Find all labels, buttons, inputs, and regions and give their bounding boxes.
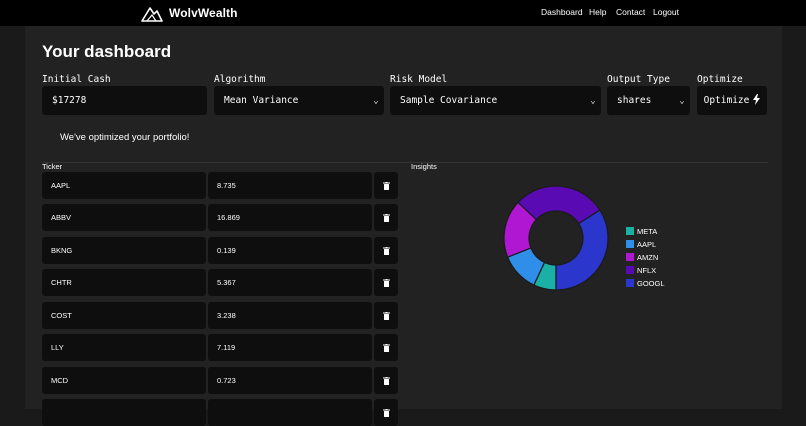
allocation-value: 3.238 (217, 311, 236, 320)
trash-icon (382, 209, 390, 227)
delete-row-button[interactable] (374, 399, 398, 426)
risk-model-value: Sample Covariance (400, 95, 498, 106)
ticker-input[interactable]: ABBV (42, 204, 206, 231)
ticker-symbol: BKNG (51, 246, 73, 255)
allocation-input[interactable]: 0.723 (208, 367, 372, 394)
legend-label-googl: GOOGL (637, 279, 665, 288)
allocation-input[interactable] (208, 399, 372, 426)
ticker-input[interactable]: BKNG (42, 237, 206, 264)
trash-icon (382, 242, 390, 260)
delete-row-button[interactable] (374, 334, 398, 361)
ticker-input[interactable]: AAPL (42, 172, 206, 199)
initial-cash-input[interactable]: $17278 (42, 86, 207, 115)
insights-header: Insights (411, 162, 437, 171)
allocation-input[interactable]: 16.869 (208, 204, 372, 231)
brand-logo[interactable]: WolvWealth (141, 4, 238, 22)
chevron-down-icon: ⌄ (373, 95, 379, 106)
allocation-input[interactable]: 0.139 (208, 237, 372, 264)
output-type-value: shares (617, 95, 652, 106)
initial-cash-value: $17278 (52, 95, 87, 106)
optimize-button-label: Optimize (703, 95, 750, 106)
trash-icon (382, 307, 390, 325)
ticker-symbol: LLY (51, 343, 64, 352)
legend-label-nflx: NFLX (637, 266, 656, 275)
chevron-down-icon: ⌄ (679, 95, 685, 106)
mountain-logo-icon (141, 6, 163, 22)
ticker-symbol: MCD (51, 376, 69, 385)
ticker-header: Ticker (42, 162, 63, 171)
ticker-symbol: ABBV (51, 213, 72, 222)
algorithm-label: Algorithm (214, 74, 266, 85)
delete-row-button[interactable] (374, 204, 398, 231)
allocation-input[interactable]: 8.735 (208, 172, 372, 199)
slice-googl[interactable] (555, 209, 609, 291)
risk-model-label: Risk Model (390, 74, 448, 85)
allocation-value: 16.869 (217, 213, 240, 222)
risk-model-select[interactable]: Sample Covariance ⌄ (390, 86, 601, 115)
allocation-input[interactable]: 5.367 (208, 269, 372, 296)
nav-dashboard-link[interactable]: Dashboard (541, 7, 583, 17)
ticker-input[interactable]: LLY (42, 334, 206, 361)
delete-row-button[interactable] (374, 302, 398, 329)
optimize-button[interactable]: Optimize (697, 86, 767, 115)
delete-row-button[interactable] (374, 269, 398, 296)
allocation-input[interactable]: 7.119 (208, 334, 372, 361)
nav-help-link[interactable]: Help (589, 7, 606, 17)
algorithm-value: Mean Variance (224, 95, 299, 106)
nav-contact-link[interactable]: Contact (616, 7, 645, 17)
navbar: WolvWealth Dashboard Help Contact Logout (0, 0, 806, 26)
trash-icon (382, 177, 390, 195)
legend-swatch-amzn (626, 253, 634, 261)
optimization-message: We've optimized your portfolio! (60, 132, 190, 143)
delete-row-button[interactable] (374, 172, 398, 199)
legend-label-aapl: AAPL (637, 240, 656, 249)
allocation-value: 8.735 (217, 181, 236, 190)
allocation-value: 0.723 (217, 376, 236, 385)
lightning-bolt-icon (753, 93, 761, 108)
ticker-input[interactable]: COST (42, 302, 206, 329)
trash-icon (382, 404, 390, 422)
initial-cash-label: Initial Cash (42, 74, 111, 85)
ticker-symbol: CHTR (51, 278, 72, 287)
ticker-input[interactable] (42, 399, 206, 426)
legend-swatch-meta (626, 227, 634, 235)
page-title: Your dashboard (42, 42, 172, 61)
ticker-symbol: AAPL (51, 181, 71, 190)
algorithm-select[interactable]: Mean Variance ⌄ (214, 86, 384, 115)
output-type-select[interactable]: shares ⌄ (607, 86, 690, 115)
brand-name: WolvWealth (169, 6, 238, 20)
allocation-value: 7.119 (217, 343, 236, 352)
delete-row-button[interactable] (374, 367, 398, 394)
ticker-input[interactable]: CHTR (42, 269, 206, 296)
chevron-down-icon: ⌄ (590, 95, 596, 106)
trash-icon (382, 339, 390, 357)
legend-swatch-googl (626, 279, 634, 287)
allocation-input[interactable]: 3.238 (208, 302, 372, 329)
section-divider (42, 162, 768, 163)
output-type-label: Output Type (607, 74, 670, 85)
allocation-value: 0.139 (217, 246, 236, 255)
legend-swatch-aapl (626, 240, 634, 248)
trash-icon (382, 274, 390, 292)
ticker-symbol: COST (51, 311, 72, 320)
delete-row-button[interactable] (374, 237, 398, 264)
optimize-label: Optimize (697, 74, 743, 85)
legend-label-amzn: AMZN (637, 253, 658, 262)
legend-label-meta: META (637, 227, 657, 236)
ticker-input[interactable]: MCD (42, 367, 206, 394)
trash-icon (382, 372, 390, 390)
portfolio-donut-chart: META AAPL AMZN NFLX GOOGL (503, 185, 665, 291)
legend-swatch-nflx (626, 266, 634, 274)
nav-logout-link[interactable]: Logout (653, 7, 679, 17)
allocation-value: 5.367 (217, 278, 236, 287)
